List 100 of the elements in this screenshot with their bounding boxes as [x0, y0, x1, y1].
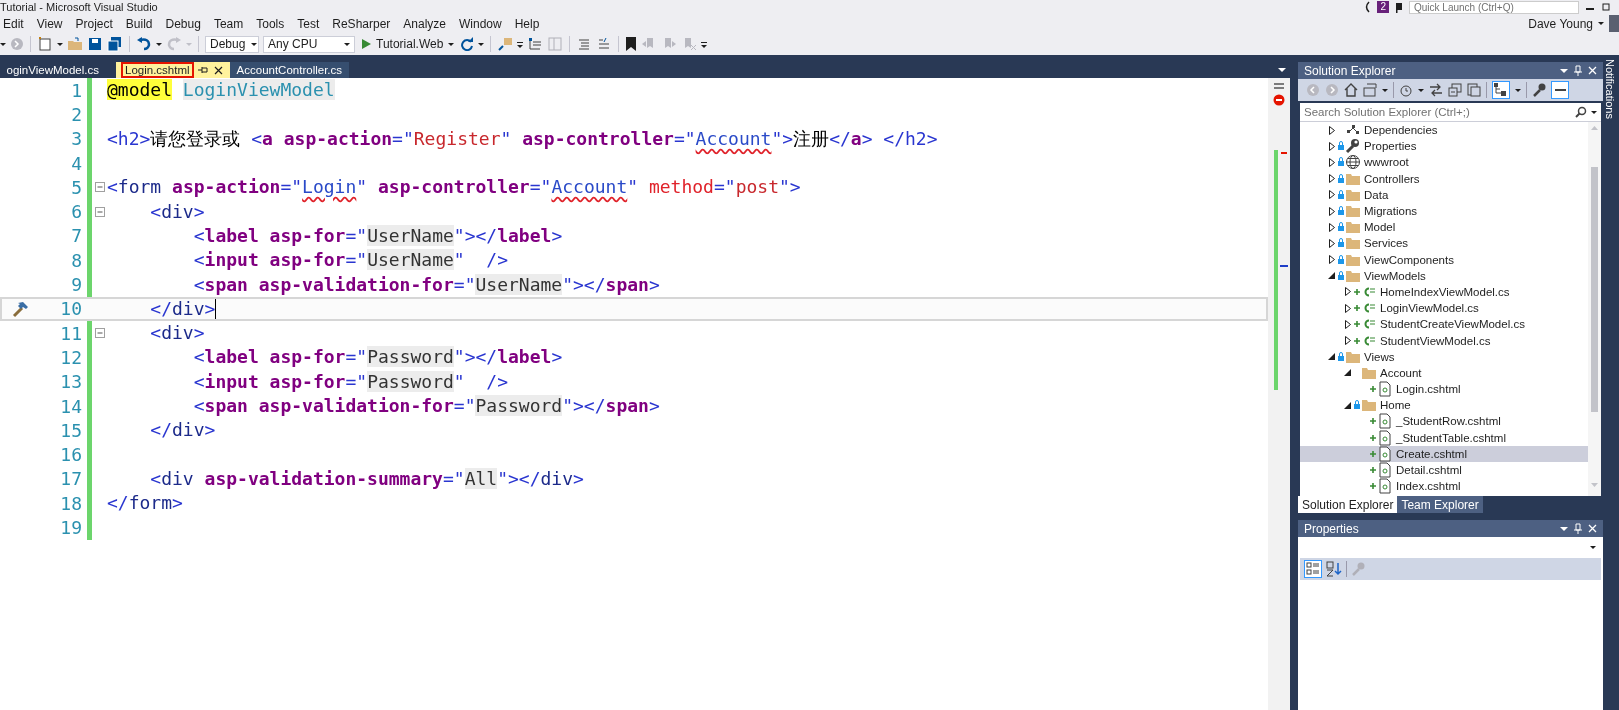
caret-icon[interactable]	[1560, 526, 1568, 531]
tree-view-icon[interactable]	[1493, 82, 1509, 98]
tree-item[interactable]: LoginViewModel.cs	[1300, 300, 1588, 317]
tree-item[interactable]: Properties	[1300, 138, 1588, 155]
collapsed-arrow-icon[interactable]	[1328, 190, 1335, 200]
menu-item[interactable]: Debug	[159, 16, 208, 31]
show-all-files-icon[interactable]	[1467, 83, 1481, 97]
error-icon[interactable]	[1273, 94, 1285, 106]
save-all-icon[interactable]	[107, 36, 123, 52]
tree-item[interactable]: Home	[1300, 397, 1588, 414]
caret-icon[interactable]	[1418, 88, 1424, 92]
document-tab[interactable]: Login.cshtml	[116, 62, 230, 78]
caret-icon[interactable]	[0, 42, 6, 46]
collapsed-arrow-icon[interactable]	[1328, 206, 1335, 216]
find-icon[interactable]	[497, 36, 514, 52]
expanded-arrow-icon[interactable]	[1344, 401, 1351, 409]
start-button[interactable]: Tutorial.Web	[359, 37, 457, 51]
clock-icon[interactable]	[1399, 83, 1413, 97]
wrench-icon[interactable]	[1532, 83, 1546, 97]
tree-item[interactable]: StudentViewModel.cs	[1300, 332, 1588, 349]
menu-item[interactable]: Help	[508, 16, 547, 31]
tree-item[interactable]: HomeIndexViewModel.cs	[1300, 283, 1588, 301]
overflow-icon[interactable]	[701, 40, 708, 48]
tree-item[interactable]: wwwroot	[1300, 154, 1588, 171]
switch-views-icon[interactable]	[1363, 83, 1377, 97]
collapse-icon[interactable]	[94, 328, 105, 339]
save-icon[interactable]	[87, 36, 103, 52]
collapsed-arrow-icon[interactable]	[1328, 255, 1335, 265]
collapsed-arrow-icon[interactable]	[1344, 319, 1351, 329]
caret-icon[interactable]	[1560, 68, 1568, 73]
tree-item[interactable]: Controllers	[1300, 170, 1588, 187]
menu-item[interactable]: Team	[207, 16, 251, 31]
document-tab[interactable]: oginViewModel.cs	[0, 62, 106, 78]
flag-icon[interactable]	[1395, 1, 1403, 13]
tree-item[interactable]: Model	[1300, 219, 1588, 236]
caret-icon[interactable]	[1382, 88, 1388, 92]
collapsed-arrow-icon[interactable]	[1328, 174, 1335, 184]
caret-icon[interactable]	[156, 42, 162, 46]
tree-item[interactable]: Account	[1300, 364, 1588, 381]
tree-item[interactable]: Login.cshtml	[1300, 381, 1588, 398]
tree-item[interactable]: Index.cshtml	[1300, 478, 1588, 495]
caret-icon[interactable]	[478, 42, 485, 46]
restore-icon[interactable]	[1601, 2, 1611, 12]
undo-icon[interactable]	[136, 36, 152, 52]
collapse-icon[interactable]	[94, 206, 105, 217]
collapse-all-icon[interactable]	[1448, 83, 1462, 97]
expanded-arrow-icon[interactable]	[1344, 369, 1351, 377]
notifications-tab[interactable]: Notifications	[1604, 59, 1616, 119]
sync-icon[interactable]	[1429, 83, 1443, 97]
tree-item[interactable]: Data	[1300, 186, 1588, 203]
pin-icon[interactable]	[197, 66, 208, 74]
menu-item[interactable]: Tools	[250, 16, 292, 31]
panel-tab[interactable]: Team Explorer	[1397, 496, 1483, 513]
split-icon[interactable]	[1274, 82, 1284, 90]
menu-item[interactable]: Window	[453, 16, 509, 31]
menu-item[interactable]: Project	[69, 16, 120, 31]
panel-tab[interactable]: Solution Explorer	[1298, 496, 1398, 513]
collapsed-arrow-icon[interactable]	[1328, 238, 1335, 248]
menu-item[interactable]: Test	[291, 16, 327, 31]
search-icon[interactable]	[1575, 106, 1587, 118]
collapsed-arrow-icon[interactable]	[1328, 141, 1335, 151]
tree-item[interactable]: Services	[1300, 235, 1588, 252]
document-tab[interactable]: AccountController.cs	[229, 62, 350, 78]
sort-alphabetical-icon[interactable]	[1326, 561, 1342, 577]
indent-icon[interactable]	[527, 36, 544, 52]
platform-dropdown[interactable]: Any CPU	[263, 35, 355, 53]
hammer-icon[interactable]	[11, 299, 29, 318]
close-icon[interactable]	[213, 65, 223, 75]
collapse-icon[interactable]	[94, 182, 105, 193]
feedback-icon[interactable]	[1363, 1, 1372, 13]
menu-item[interactable]: View	[30, 16, 70, 31]
tree-item[interactable]: Create.cshtml	[1300, 445, 1588, 462]
caret-icon[interactable]	[1278, 68, 1286, 72]
collapsed-arrow-icon[interactable]	[1344, 287, 1351, 297]
bookmark-icon[interactable]	[625, 36, 638, 52]
refresh-icon[interactable]	[460, 37, 475, 51]
tree-item[interactable]: ViewComponents	[1300, 251, 1588, 268]
tree-item[interactable]: _StudentRow.cshtml	[1300, 413, 1588, 430]
menu-item[interactable]: Analyze	[397, 16, 453, 31]
collapsed-arrow-icon[interactable]	[1344, 303, 1351, 313]
collapsed-arrow-icon[interactable]	[1328, 157, 1335, 167]
menu-item[interactable]: Edit	[0, 16, 31, 31]
caret-icon[interactable]	[1515, 88, 1521, 92]
categorized-icon[interactable]	[1305, 561, 1321, 577]
tree-item[interactable]: StudentCreateViewModel.cs	[1300, 316, 1588, 333]
home-icon[interactable]	[1344, 83, 1358, 97]
menu-item[interactable]: ReSharper	[326, 16, 398, 31]
tree-item[interactable]: Views	[1300, 348, 1588, 365]
caret-icon[interactable]	[1591, 110, 1597, 114]
menu-item[interactable]: Build	[119, 16, 160, 31]
tree-item[interactable]: Detail.cshtml	[1300, 461, 1588, 479]
quick-launch-field[interactable]: Quick Launch (Ctrl+Q)	[1409, 0, 1579, 14]
caret-icon[interactable]	[1598, 22, 1604, 25]
tree-item[interactable]: ViewModels	[1300, 267, 1588, 284]
expanded-arrow-icon[interactable]	[1328, 353, 1335, 361]
tree-item[interactable]: Migrations	[1300, 202, 1588, 220]
search-field[interactable]: Search Solution Explorer (Ctrl+;)	[1300, 103, 1601, 122]
collapsed-arrow-icon[interactable]	[1328, 222, 1335, 232]
caret-icon[interactable]	[57, 42, 63, 46]
overflow-icon[interactable]	[517, 40, 524, 48]
